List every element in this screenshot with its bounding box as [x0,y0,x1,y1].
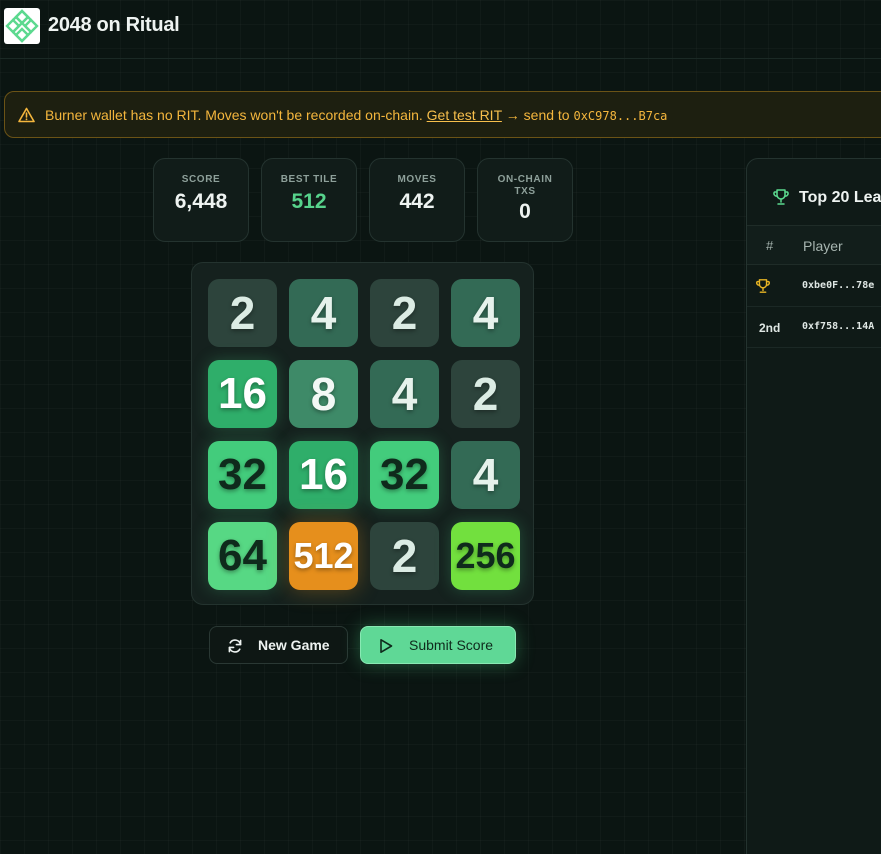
tile-value: 256 [455,535,516,576]
new-game-label: New Game [258,637,330,653]
new-game-button[interactable]: New Game [209,626,348,664]
tile-64: 64 [208,522,277,590]
score-label: SCORE [181,174,221,185]
player-column-header: Player [803,238,843,254]
onchain-txs-label-line1: ON-CHAIN [497,174,553,185]
tile-256: 256 [451,522,520,590]
tile-512: 512 [289,522,358,590]
trophy-icon [773,189,789,205]
tile-4: 4 [289,279,358,347]
ritual-logo-icon[interactable] [4,8,40,44]
tile-value: 64 [218,531,267,580]
moves-label: MOVES [397,174,437,185]
tile-16: 16 [289,441,358,509]
best-tile-value: 512 [291,190,327,213]
tile-value: 16 [299,450,348,499]
tile-value: 4 [472,287,499,339]
tile-value: 2 [391,287,418,339]
tile-value: 16 [218,369,267,418]
leaderboard-panel: Top 20 Lea # Player 0xbe0F...78e 2nd 0xf… [746,158,881,854]
moves-card: MOVES 442 [369,158,465,242]
tile-value: 512 [293,535,354,576]
best-tile-label: BEST TILE [280,174,338,185]
tile-value: 2 [472,368,499,420]
tile-2: 2 [208,279,277,347]
warning-triangle-icon [18,107,35,123]
tile-32: 32 [208,441,277,509]
tile-32: 32 [370,441,439,509]
tile-16: 16 [208,360,277,428]
rank-column-header: # [766,238,774,253]
score-card: SCORE 6,448 [153,158,249,242]
tile-4: 4 [370,360,439,428]
leaderboard-rank: 2nd [759,321,781,335]
get-test-rit-link[interactable]: Get test RIT [427,107,502,123]
tile-value: 4 [391,368,418,420]
tile-4: 4 [451,279,520,347]
onchain-txs-label-line2: TXS [514,186,536,197]
onchain-txs-label: ON-CHAIN TXS [478,174,572,198]
tile-2: 2 [370,279,439,347]
gold-trophy-icon [756,279,770,293]
game-board[interactable]: 2 4 2 4 16 8 4 2 32 16 32 4 64 512 2 256 [191,262,534,605]
moves-value: 442 [399,190,435,213]
leaderboard-row[interactable]: 2nd 0xf758...14A [747,307,881,348]
play-icon [380,639,393,653]
tile-value: 4 [472,449,499,501]
tile-2: 2 [370,522,439,590]
leaderboard-player-address: 0xbe0F...78e [802,280,875,291]
banner-arrow-text: → send to [505,107,570,123]
tile-value: 32 [380,450,429,499]
tile-2: 2 [451,360,520,428]
leaderboard-header-row: # Player [747,225,881,265]
tile-value: 2 [391,530,418,582]
leaderboard-title: Top 20 Lea [799,189,881,206]
burner-wallet-warning-banner: Burner wallet has no RIT. Moves won't be… [4,91,881,138]
leaderboard-player-address: 0xf758...14A [802,321,875,332]
score-value: 6,448 [174,190,228,213]
onchain-txs-card: ON-CHAIN TXS 0 [477,158,573,242]
tile-value: 4 [310,287,337,339]
best-tile-card: BEST TILE 512 [261,158,357,242]
tile-value: 8 [310,368,337,420]
tile-8: 8 [289,360,358,428]
banner-message: Burner wallet has no RIT. Moves won't be… [45,107,667,123]
submit-score-button[interactable]: Submit Score [360,626,516,664]
leaderboard-row[interactable]: 0xbe0F...78e [747,266,881,307]
banner-recipient-address: 0xC978...B7ca [573,109,668,123]
onchain-txs-value: 0 [519,200,531,223]
refresh-icon [228,639,242,653]
app-title: 2048 on Ritual [48,14,180,36]
tile-value: 32 [218,450,267,499]
tile-4: 4 [451,441,520,509]
tile-value: 2 [229,287,256,339]
app-header: 2048 on Ritual [0,0,881,59]
banner-message-text: Burner wallet has no RIT. Moves won't be… [45,107,423,123]
submit-score-label: Submit Score [409,637,494,653]
